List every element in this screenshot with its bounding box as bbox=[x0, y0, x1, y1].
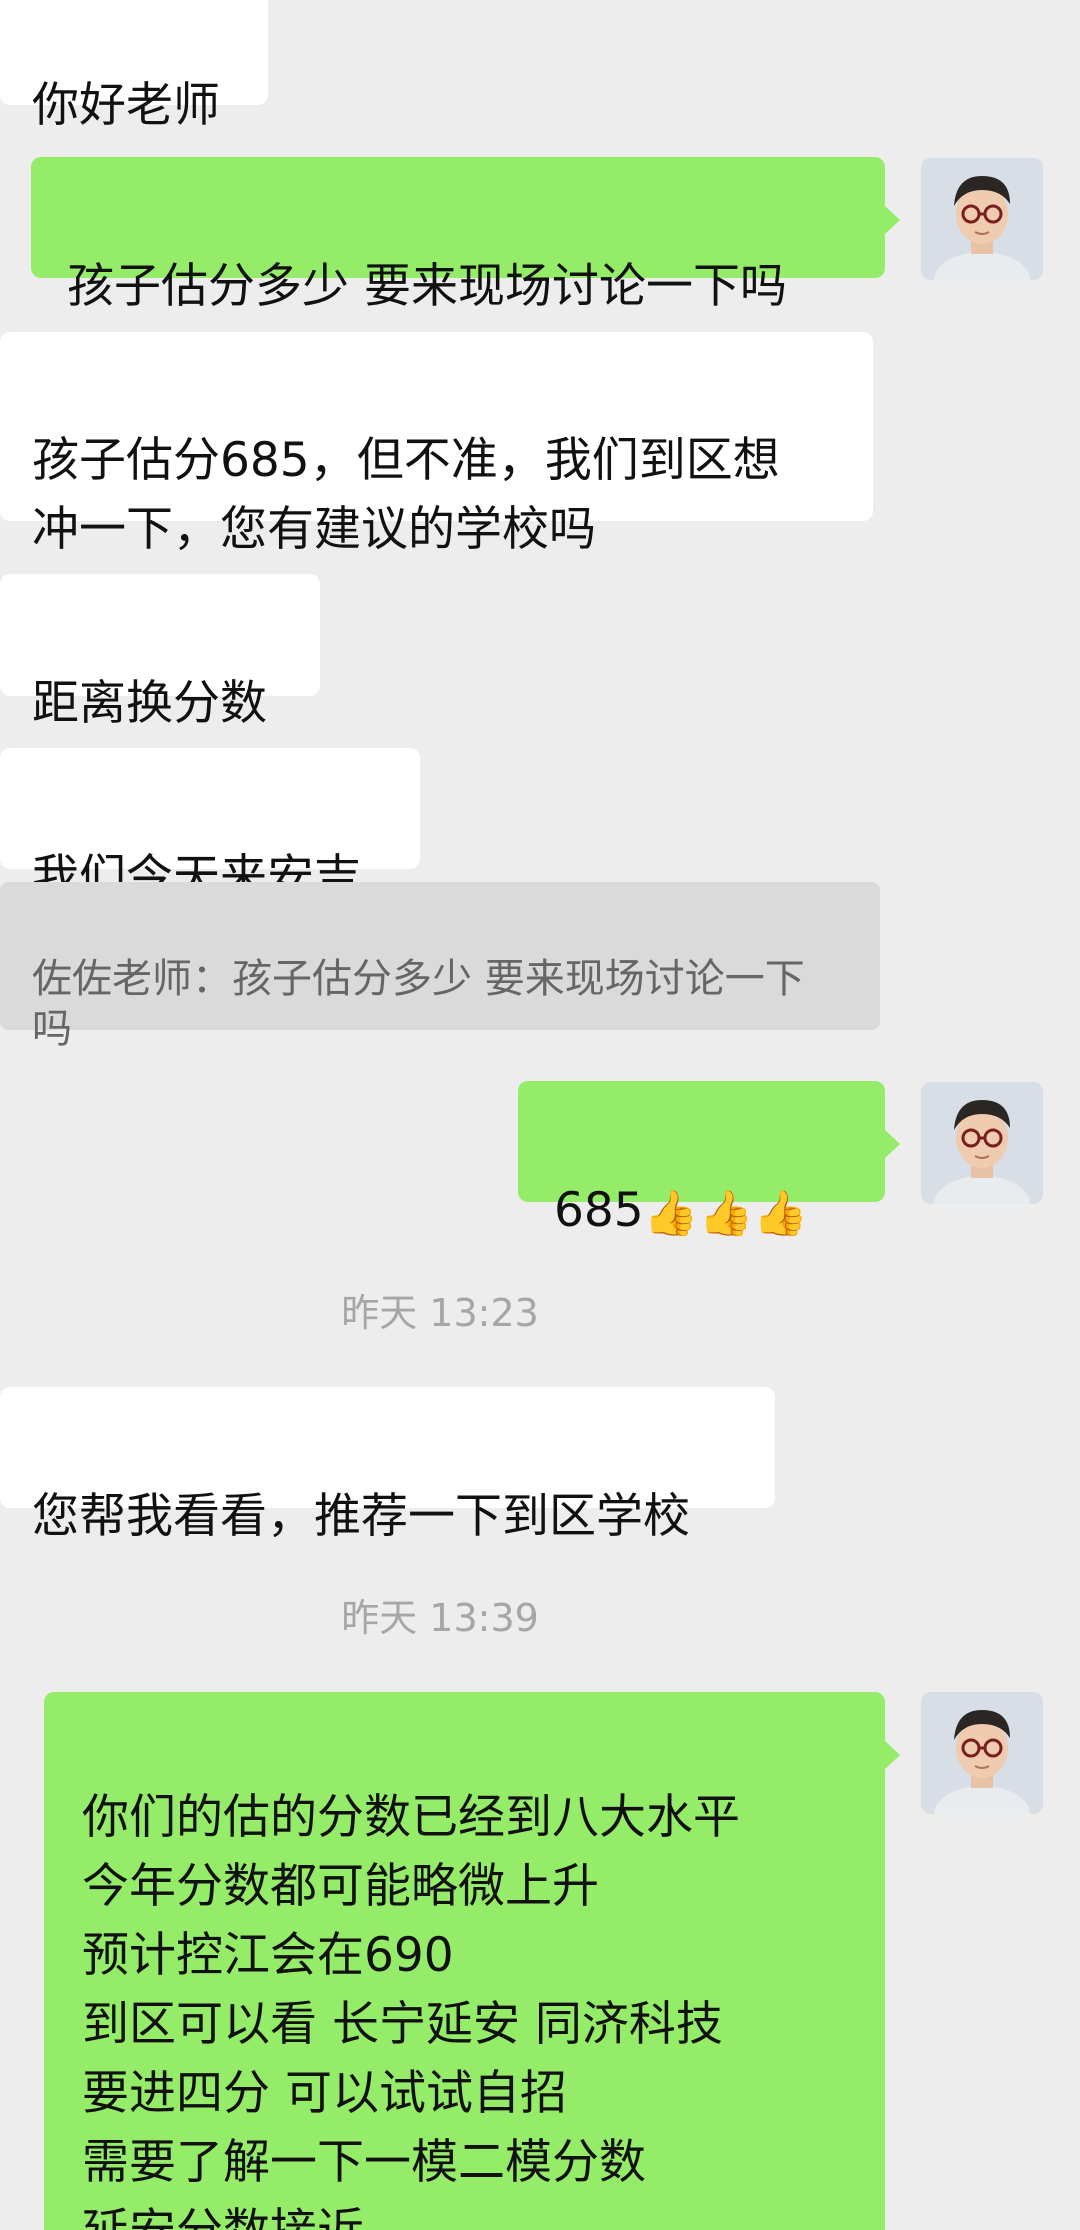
incoming-message-bubble[interactable]: 我们今天来安吉 bbox=[0, 748, 420, 905]
incoming-message-bubble[interactable]: 你好老师 bbox=[0, 0, 268, 133]
message-text: 你好老师 bbox=[32, 78, 220, 133]
message-text: 685 bbox=[554, 1183, 644, 1238]
user-avatar-icon[interactable] bbox=[921, 1692, 1043, 1814]
chat-conversation: 你好老师 孩子估分多少 要来现场讨论一下吗 孩子估分685，但不准，我们到区想 … bbox=[0, 0, 1080, 2230]
incoming-message-bubble[interactable]: 孩子估分685，但不准，我们到区想 冲一下，您有建议的学校吗 bbox=[0, 332, 873, 557]
incoming-message-bubble[interactable]: 您帮我看看，推荐一下到区学校 bbox=[0, 1387, 775, 1544]
message-text: 孩子估分多少 要来现场讨论一下吗 bbox=[67, 259, 787, 314]
user-avatar-icon[interactable] bbox=[921, 158, 1043, 280]
quoted-text: 佐佐老师：孩子估分多少 要来现场讨论一下 吗 bbox=[32, 956, 805, 1052]
outgoing-message-bubble[interactable]: 你们的估的分数已经到八大水平 今年分数都可能略微上升 预计控江会在690 到区可… bbox=[44, 1692, 900, 2230]
outgoing-message-bubble[interactable]: 685👍👍👍 bbox=[518, 1081, 900, 1239]
message-text: 孩子估分685，但不准，我们到区想 冲一下，您有建议的学校吗 bbox=[32, 433, 780, 557]
outgoing-message-bubble[interactable]: 孩子估分多少 要来现场讨论一下吗 bbox=[31, 157, 900, 314]
message-text: 您帮我看看，推荐一下到区学校 bbox=[32, 1489, 690, 1544]
thumbs-up-icon: 👍👍👍 bbox=[643, 1188, 809, 1239]
quoted-message[interactable]: 佐佐老师：孩子估分多少 要来现场讨论一下 吗 bbox=[0, 882, 880, 1052]
message-timestamp: 昨天 13:39 bbox=[341, 1596, 539, 1640]
message-text: 距离换分数 bbox=[32, 676, 267, 731]
user-avatar-icon[interactable] bbox=[921, 1082, 1043, 1204]
incoming-message-bubble[interactable]: 距离换分数 bbox=[0, 574, 320, 731]
message-text: 你们的估的分数已经到八大水平 今年分数都可能略微上升 预计控江会在690 到区可… bbox=[82, 1790, 740, 2230]
message-timestamp: 昨天 13:23 bbox=[341, 1291, 539, 1335]
